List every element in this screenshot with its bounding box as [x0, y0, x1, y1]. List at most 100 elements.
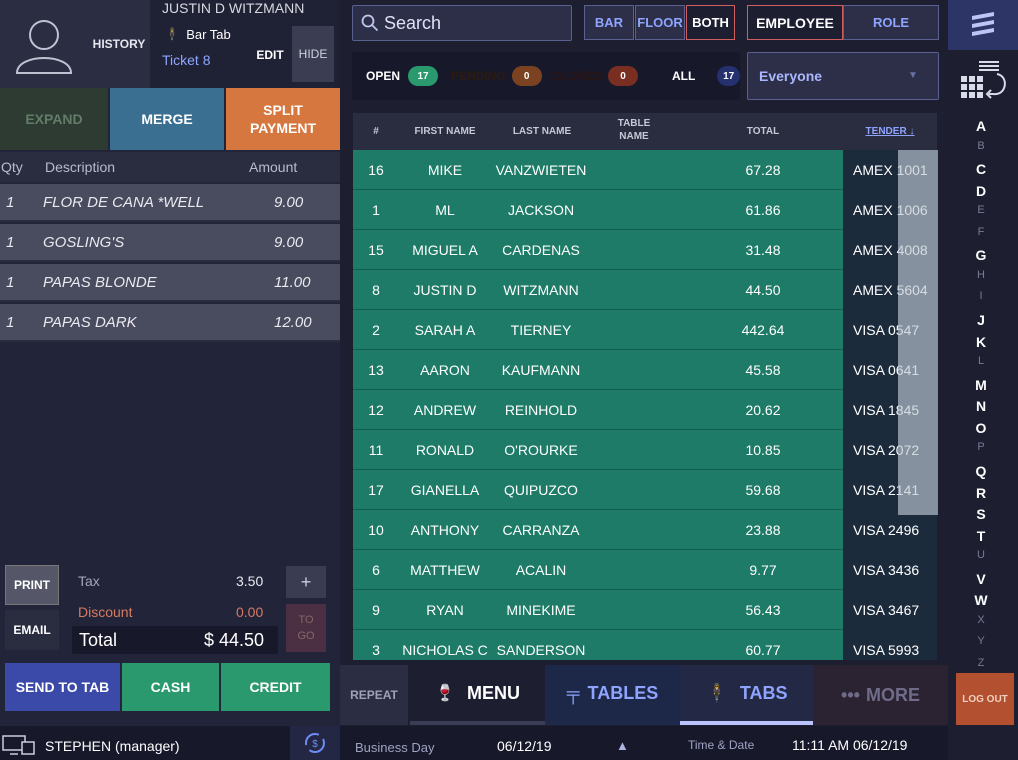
- print-button[interactable]: PRINT: [5, 565, 59, 605]
- tables-tab[interactable]: ╤ TABLES: [545, 665, 680, 725]
- item-amount: 9.00: [274, 234, 304, 251]
- tabs-tab[interactable]: 🕴 TABS: [680, 665, 813, 725]
- alpha-letter[interactable]: E: [948, 204, 1014, 216]
- search-input[interactable]: Search: [352, 5, 572, 41]
- add-button[interactable]: +: [286, 566, 326, 598]
- alpha-letter[interactable]: F: [948, 226, 1014, 238]
- discount-label: Discount: [78, 604, 133, 620]
- customer-avatar[interactable]: [0, 0, 88, 88]
- alpha-letter[interactable]: T: [948, 528, 1014, 544]
- order-item[interactable]: 1 PAPAS DARK 12.00: [0, 304, 340, 342]
- alpha-letter[interactable]: V: [948, 571, 1014, 587]
- tab-row[interactable]: 13 AARON KAUFMANN 45.58 VISA 0641: [353, 350, 937, 390]
- merge-button[interactable]: MERGE: [110, 88, 224, 150]
- employee-button[interactable]: EMPLOYEE: [747, 5, 843, 40]
- alpha-letter[interactable]: D: [948, 183, 1014, 199]
- alpha-letter[interactable]: U: [948, 549, 1014, 561]
- order-item[interactable]: 1 GOSLING'S 9.00: [0, 224, 340, 262]
- filter-pending[interactable]: PENDING 0: [447, 52, 543, 100]
- tab-row[interactable]: 12 ANDREW REINHOLD 20.62 VISA 1845: [353, 390, 937, 430]
- alpha-letter[interactable]: R: [948, 485, 1014, 501]
- order-item[interactable]: 1 PAPAS BLONDE 11.00: [0, 264, 340, 302]
- menu-tab[interactable]: 🍷 MENU: [410, 665, 545, 725]
- search-icon: [361, 14, 379, 32]
- tab-row[interactable]: 9 RYAN MINEKIME 56.43 VISA 3467: [353, 590, 937, 630]
- split-payment-button[interactable]: SPLIT PAYMENT: [226, 88, 340, 150]
- alpha-letter[interactable]: K: [948, 334, 1014, 350]
- alpha-letter[interactable]: G: [948, 247, 1014, 263]
- send-to-tab-button[interactable]: SEND TO TAB: [5, 663, 120, 711]
- alpha-letter[interactable]: H: [948, 269, 1014, 281]
- hide-button[interactable]: HIDE: [292, 26, 334, 82]
- employee-select-value: Everyone: [759, 68, 823, 84]
- tab-row[interactable]: 8 JUSTIN D WITZMANN 44.50 AMEX 5604: [353, 270, 937, 310]
- order-item[interactable]: 1 FLOR DE CANA *WELL 9.00: [0, 184, 340, 222]
- alpha-letter[interactable]: W: [948, 592, 1014, 608]
- totals-area: PRINT EMAIL Tax 3.50 Discount 0.00 Total…: [0, 560, 340, 660]
- alpha-letter[interactable]: M: [948, 377, 1014, 393]
- tab-row[interactable]: 1 ML JACKSON 61.86 AMEX 1006: [353, 190, 937, 230]
- tab-row[interactable]: 15 MIGUEL A CARDENAS 31.48 AMEX 4008: [353, 230, 937, 270]
- alpha-letter[interactable]: J: [948, 312, 1014, 328]
- tab-total: 67.28: [745, 162, 781, 178]
- layout-toggle[interactable]: [948, 56, 1014, 102]
- col-tender[interactable]: TENDER ↓: [843, 125, 937, 138]
- alpha-letter[interactable]: P: [948, 441, 1014, 453]
- item-qty: 1: [6, 314, 15, 331]
- alpha-letter[interactable]: C: [948, 161, 1014, 177]
- business-day-toggle-icon[interactable]: ▲: [616, 738, 629, 753]
- business-day-label: Business Day: [355, 740, 435, 755]
- cash-button[interactable]: CASH: [122, 663, 219, 711]
- tab-row[interactable]: 11 RONALD O'ROURKE 10.85 VISA 2072: [353, 430, 937, 470]
- log-out-button[interactable]: LOG OUT: [956, 673, 1014, 725]
- filter-open-count: 17: [408, 66, 439, 86]
- alpha-letter[interactable]: X: [948, 614, 1014, 626]
- tab-row[interactable]: 2 SARAH A TIERNEY 442.64 VISA 0547: [353, 310, 937, 350]
- tab-first-name: GIANELLA: [410, 482, 480, 498]
- alpha-letter[interactable]: B: [948, 140, 1014, 152]
- scope-bar-button[interactable]: BAR: [584, 5, 634, 40]
- history-button[interactable]: HISTORY: [88, 0, 150, 88]
- tab-row[interactable]: 16 MIKE VANZWIETEN 67.28 AMEX 1001: [353, 150, 937, 190]
- filter-closed[interactable]: CLOSED 0: [543, 52, 639, 100]
- edit-button[interactable]: EDIT: [250, 46, 290, 64]
- col-total: TOTAL: [746, 126, 780, 137]
- sync-button[interactable]: $: [290, 726, 340, 760]
- alpha-letter[interactable]: Z: [948, 657, 1014, 669]
- tab-last-name: SANDERSON: [496, 642, 586, 658]
- alpha-letter[interactable]: Q: [948, 463, 1014, 479]
- credit-button[interactable]: CREDIT: [221, 663, 330, 711]
- alpha-letter[interactable]: O: [948, 420, 1014, 436]
- scope-floor-button[interactable]: FLOOR: [635, 5, 685, 40]
- tab-last-name: TIERNEY: [510, 322, 572, 338]
- tab-number: 12: [368, 402, 384, 418]
- business-day-value: 06/12/19: [497, 738, 552, 754]
- role-button[interactable]: ROLE: [843, 5, 939, 40]
- tab-number: 15: [368, 242, 384, 258]
- email-button[interactable]: EMAIL: [5, 610, 59, 650]
- alpha-letter[interactable]: Y: [948, 635, 1014, 647]
- filter-all[interactable]: ALL 17: [639, 52, 740, 100]
- app-logo[interactable]: [948, 0, 1018, 50]
- alpha-letter[interactable]: S: [948, 506, 1014, 522]
- employee-select[interactable]: Everyone ▼: [747, 52, 939, 100]
- expand-button[interactable]: EXPAND: [0, 88, 108, 150]
- tab-row[interactable]: 17 GIANELLA QUIPUZCO 59.68 VISA 2141: [353, 470, 937, 510]
- more-tab-label: MORE: [865, 684, 920, 705]
- repeat-button[interactable]: REPEAT: [340, 665, 408, 725]
- tab-row[interactable]: 6 MATTHEW ACALIN 9.77 VISA 3436: [353, 550, 937, 590]
- to-go-button[interactable]: TO GO: [286, 604, 326, 652]
- alpha-letter[interactable]: L: [948, 355, 1014, 367]
- alpha-letter[interactable]: I: [948, 290, 1014, 302]
- tab-row[interactable]: 10 ANTHONY CARRANZA 23.88 VISA 2496: [353, 510, 937, 550]
- alpha-letter[interactable]: N: [948, 398, 1014, 414]
- scrollbar[interactable]: [898, 150, 938, 515]
- tab-row[interactable]: 3 NICHOLAS C SANDERSON 60.77 VISA 5993: [353, 630, 937, 660]
- dropdown-arrow-icon: ▼: [908, 70, 918, 81]
- filter-open[interactable]: OPEN 17: [352, 52, 447, 100]
- tab-total: 23.88: [745, 522, 781, 538]
- more-tab[interactable]: ••• MORE: [813, 665, 948, 725]
- person-icon: [15, 20, 73, 74]
- alpha-letter[interactable]: A: [948, 118, 1014, 134]
- scope-both-button[interactable]: BOTH: [686, 5, 735, 40]
